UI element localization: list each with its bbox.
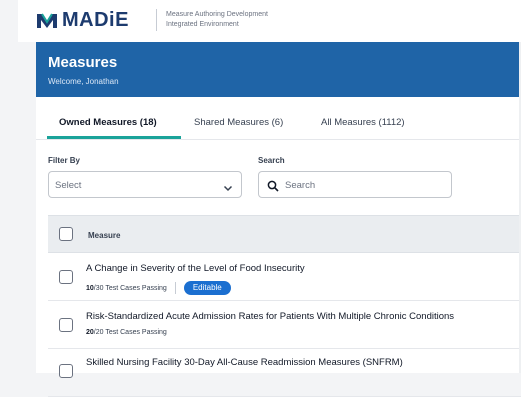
table-header: Measure: [48, 215, 521, 253]
table-row[interactable]: Risk-Standardized Acute Admission Rates …: [48, 301, 521, 349]
editable-badge: Editable: [183, 281, 231, 295]
filter-select[interactable]: Select: [48, 171, 242, 198]
madie-logo-icon: [36, 12, 58, 30]
filter-label: Filter By: [48, 156, 81, 165]
measure-name[interactable]: Skilled Nursing Facility 30-Day All-Caus…: [86, 357, 403, 368]
chevron-down-icon: [223, 180, 233, 198]
select-all-checkbox[interactable]: [59, 227, 73, 241]
measure-name[interactable]: Risk-Standardized Acute Admission Rates …: [86, 311, 454, 322]
active-tab-indicator: [47, 136, 181, 139]
page-title: Measures: [48, 54, 118, 71]
test-cases-total: /20 Test Cases Passing: [93, 329, 167, 336]
app-logo[interactable]: MADiE: [36, 9, 129, 32]
search-icon: [267, 179, 279, 197]
row-checkbox[interactable]: [59, 318, 73, 332]
tagline-line-2: Integrated Environment: [166, 21, 239, 28]
filter-select-value: Select: [55, 180, 82, 191]
test-cases-summary: 20 /20 Test Cases Passing: [86, 329, 167, 336]
page-header: Measures Welcome, Jonathan: [36, 42, 521, 97]
test-cases-passing-count: 20: [86, 329, 94, 336]
tab-shared-measures[interactable]: Shared Measures (6): [194, 117, 283, 128]
sidebar-strip: [0, 0, 18, 373]
measure-tabs: Owned Measures (18) Shared Measures (6) …: [36, 97, 521, 140]
measure-name[interactable]: A Change in Severity of the Level of Foo…: [86, 263, 305, 274]
tab-all-measures[interactable]: All Measures (1112): [321, 117, 405, 128]
search-input[interactable]: [285, 176, 445, 194]
tab-owned-measures[interactable]: Owned Measures (18): [59, 117, 157, 128]
test-cases-summary: 10 /30 Test Cases Passing Editable: [86, 281, 231, 295]
row-checkbox[interactable]: [59, 364, 73, 378]
top-bar: MADiE Measure Authoring Development Inte…: [18, 0, 521, 42]
table-row[interactable]: A Change in Severity of the Level of Foo…: [48, 253, 521, 301]
app-tagline: Measure Authoring Development Integrated…: [166, 10, 268, 30]
row-checkbox[interactable]: [59, 270, 73, 284]
logo-text: MADiE: [62, 9, 129, 31]
column-header-measure: Measure: [88, 231, 121, 240]
test-cases-total: /30 Test Cases Passing: [93, 284, 167, 292]
measures-panel: Owned Measures (18) Shared Measures (6) …: [36, 97, 521, 397]
tagline-line-1: Measure Authoring Development: [166, 11, 268, 18]
logo-divider: [156, 9, 157, 31]
test-cases-passing-count: 10: [86, 284, 94, 292]
table-row[interactable]: Skilled Nursing Facility 30-Day All-Caus…: [48, 349, 521, 397]
summary-divider: [174, 282, 176, 294]
welcome-text: Welcome, Jonathan: [48, 77, 119, 86]
search-field[interactable]: [258, 171, 452, 198]
search-label: Search: [258, 156, 285, 165]
